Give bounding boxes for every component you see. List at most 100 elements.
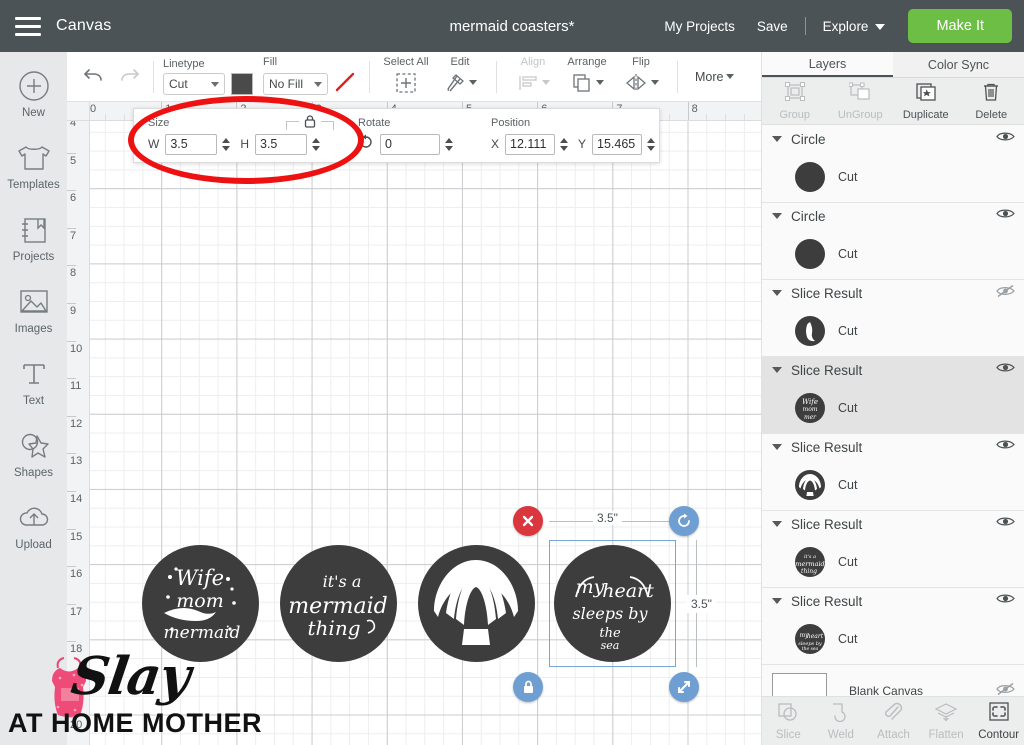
ruler-number: 7 [70, 229, 77, 242]
sidebar-item-upload[interactable]: Upload [0, 498, 67, 568]
layer-sublabel: Cut [838, 247, 858, 261]
x-input[interactable]: 12.111 [505, 133, 556, 155]
visibility-hidden-eye-icon[interactable] [996, 682, 1015, 697]
more-menu-button[interactable]: More [695, 70, 735, 84]
layer-row[interactable]: Slice Result it's a mermaid thing Cut [762, 511, 1024, 588]
ruler-number: 8 [70, 267, 77, 280]
rotate-input[interactable]: 0 [380, 133, 440, 155]
save-button[interactable]: Save [746, 19, 799, 34]
sidebar-item-shapes[interactable]: Shapes [0, 426, 67, 496]
coaster-seashell[interactable] [418, 545, 535, 662]
ruler-tick [67, 603, 76, 605]
collapse-triangle-icon[interactable] [772, 367, 782, 373]
coaster-its-a-mermaid-thing[interactable]: it's a mermaid thing [280, 545, 397, 662]
visibility-eye-icon[interactable] [996, 592, 1015, 610]
rotate-selection-handle[interactable] [669, 506, 699, 536]
no-fill-slash-icon[interactable] [334, 71, 356, 98]
linetype-color-swatch[interactable] [231, 73, 253, 95]
svg-text:thing: thing [308, 616, 361, 640]
visibility-eye-icon[interactable] [996, 207, 1015, 225]
height-stepper[interactable] [310, 134, 321, 155]
collapse-triangle-icon[interactable] [772, 290, 782, 296]
height-input[interactable]: 3.5 [255, 133, 307, 155]
sidebar-label: Text [22, 395, 45, 407]
arrange-button[interactable]: Arrange [560, 53, 614, 101]
fill-label: Fill [263, 55, 278, 68]
collapse-triangle-icon[interactable] [772, 521, 782, 527]
sidebar-item-templates[interactable]: Templates [0, 138, 67, 208]
tab-layers[interactable]: Layers [762, 52, 893, 77]
make-it-button[interactable]: Make It [908, 9, 1012, 43]
select-all-button[interactable]: Select All [379, 53, 433, 101]
layer-sublabel: Cut [838, 401, 858, 415]
layer-name: Slice Result [791, 593, 863, 609]
sidebar-item-projects[interactable]: Projects [0, 210, 67, 280]
sidebar-item-images[interactable]: Images [0, 282, 67, 352]
flip-button[interactable]: Flip [614, 53, 668, 101]
y-stepper[interactable] [645, 134, 656, 155]
resize-selection-handle[interactable] [669, 672, 699, 702]
collapse-triangle-icon[interactable] [772, 598, 782, 604]
tab-color-sync[interactable]: Color Sync [893, 52, 1024, 77]
redo-icon[interactable] [118, 64, 140, 89]
design-canvas[interactable]: 0123456789 45678910111213141516171819202… [67, 102, 761, 745]
panel-tabs: Layers Color Sync [762, 52, 1024, 78]
svg-text:Wife: Wife [802, 398, 818, 406]
layer-row[interactable]: Slice Result Wife mom mer Cut [762, 357, 1024, 434]
visibility-hidden-eye-icon[interactable] [996, 284, 1015, 303]
explore-menu[interactable]: Explore [812, 19, 897, 34]
visibility-eye-icon[interactable] [996, 130, 1015, 148]
selection-bounding-box [549, 540, 676, 667]
contour-button[interactable]: Contour [972, 697, 1024, 745]
ruler-tick [67, 378, 76, 380]
delete-button[interactable]: Delete [959, 78, 1024, 124]
position-group: Position X 12.111 Y 15.465 [477, 109, 679, 162]
visibility-eye-icon[interactable] [996, 438, 1015, 456]
layer-row[interactable]: Slice Result my heart sleeps by the sea Cut [762, 588, 1024, 665]
layer-row[interactable]: Slice Result Cut [762, 434, 1024, 511]
width-input[interactable]: 3.5 [165, 133, 218, 155]
rotate-stepper[interactable] [443, 134, 454, 155]
my-projects-link[interactable]: My Projects [653, 19, 746, 34]
contour-label: Contour [978, 728, 1020, 741]
edit-button[interactable]: Edit [433, 53, 487, 101]
flatten-button: Flatten [920, 697, 973, 745]
fill-select[interactable]: No Fill [263, 73, 328, 95]
collapse-triangle-icon[interactable] [772, 213, 782, 219]
sidebar-label: New [21, 107, 45, 119]
duplicate-button[interactable]: Duplicate [893, 78, 959, 124]
slice-label: Slice [775, 728, 801, 741]
hamburger-menu-icon[interactable] [0, 16, 56, 36]
canvas-label: Canvas [56, 17, 112, 34]
layer-sublabel: Cut [838, 555, 858, 569]
collapse-triangle-icon[interactable] [772, 136, 782, 142]
align-label: Align [520, 55, 546, 68]
linetype-select[interactable]: Cut [163, 73, 225, 95]
group-button: Group [762, 78, 828, 124]
x-stepper[interactable] [558, 134, 569, 155]
divider [677, 60, 678, 93]
layer-row[interactable]: Circle Cut [762, 126, 1024, 203]
visibility-eye-icon[interactable] [996, 515, 1015, 533]
layers-list[interactable]: Circle Cut Circle Cut Slice Result Cut S… [762, 126, 1024, 696]
width-stepper[interactable] [220, 134, 231, 155]
coaster-wife-mom-mermaid[interactable]: Wife mom mermaid [142, 545, 259, 662]
lock-ratio-handle[interactable] [513, 672, 543, 702]
lock-icon[interactable] [301, 113, 319, 135]
layer-row[interactable]: Slice Result Cut [762, 280, 1024, 357]
layer-row[interactable]: Circle Cut [762, 203, 1024, 280]
canvas-grid[interactable]: Wife mom mermaid it's a mermaid thing my… [90, 121, 761, 745]
svg-text:mermaid: mermaid [164, 623, 241, 643]
collapse-triangle-icon[interactable] [772, 444, 782, 450]
undo-icon[interactable] [83, 64, 105, 89]
delete-selection-handle[interactable] [513, 506, 543, 536]
sidebar-label: Upload [15, 539, 52, 551]
sidebar-item-text[interactable]: Text [0, 354, 67, 424]
arrange-label: Arrange [567, 55, 607, 68]
visibility-eye-icon[interactable] [996, 361, 1015, 379]
y-input[interactable]: 15.465 [592, 133, 643, 155]
sidebar-item-new[interactable]: New [0, 66, 67, 136]
blank-canvas-row[interactable]: Blank Canvas [762, 665, 1024, 696]
blank-canvas-swatch[interactable] [772, 673, 827, 696]
plus-circle-icon [17, 66, 51, 106]
